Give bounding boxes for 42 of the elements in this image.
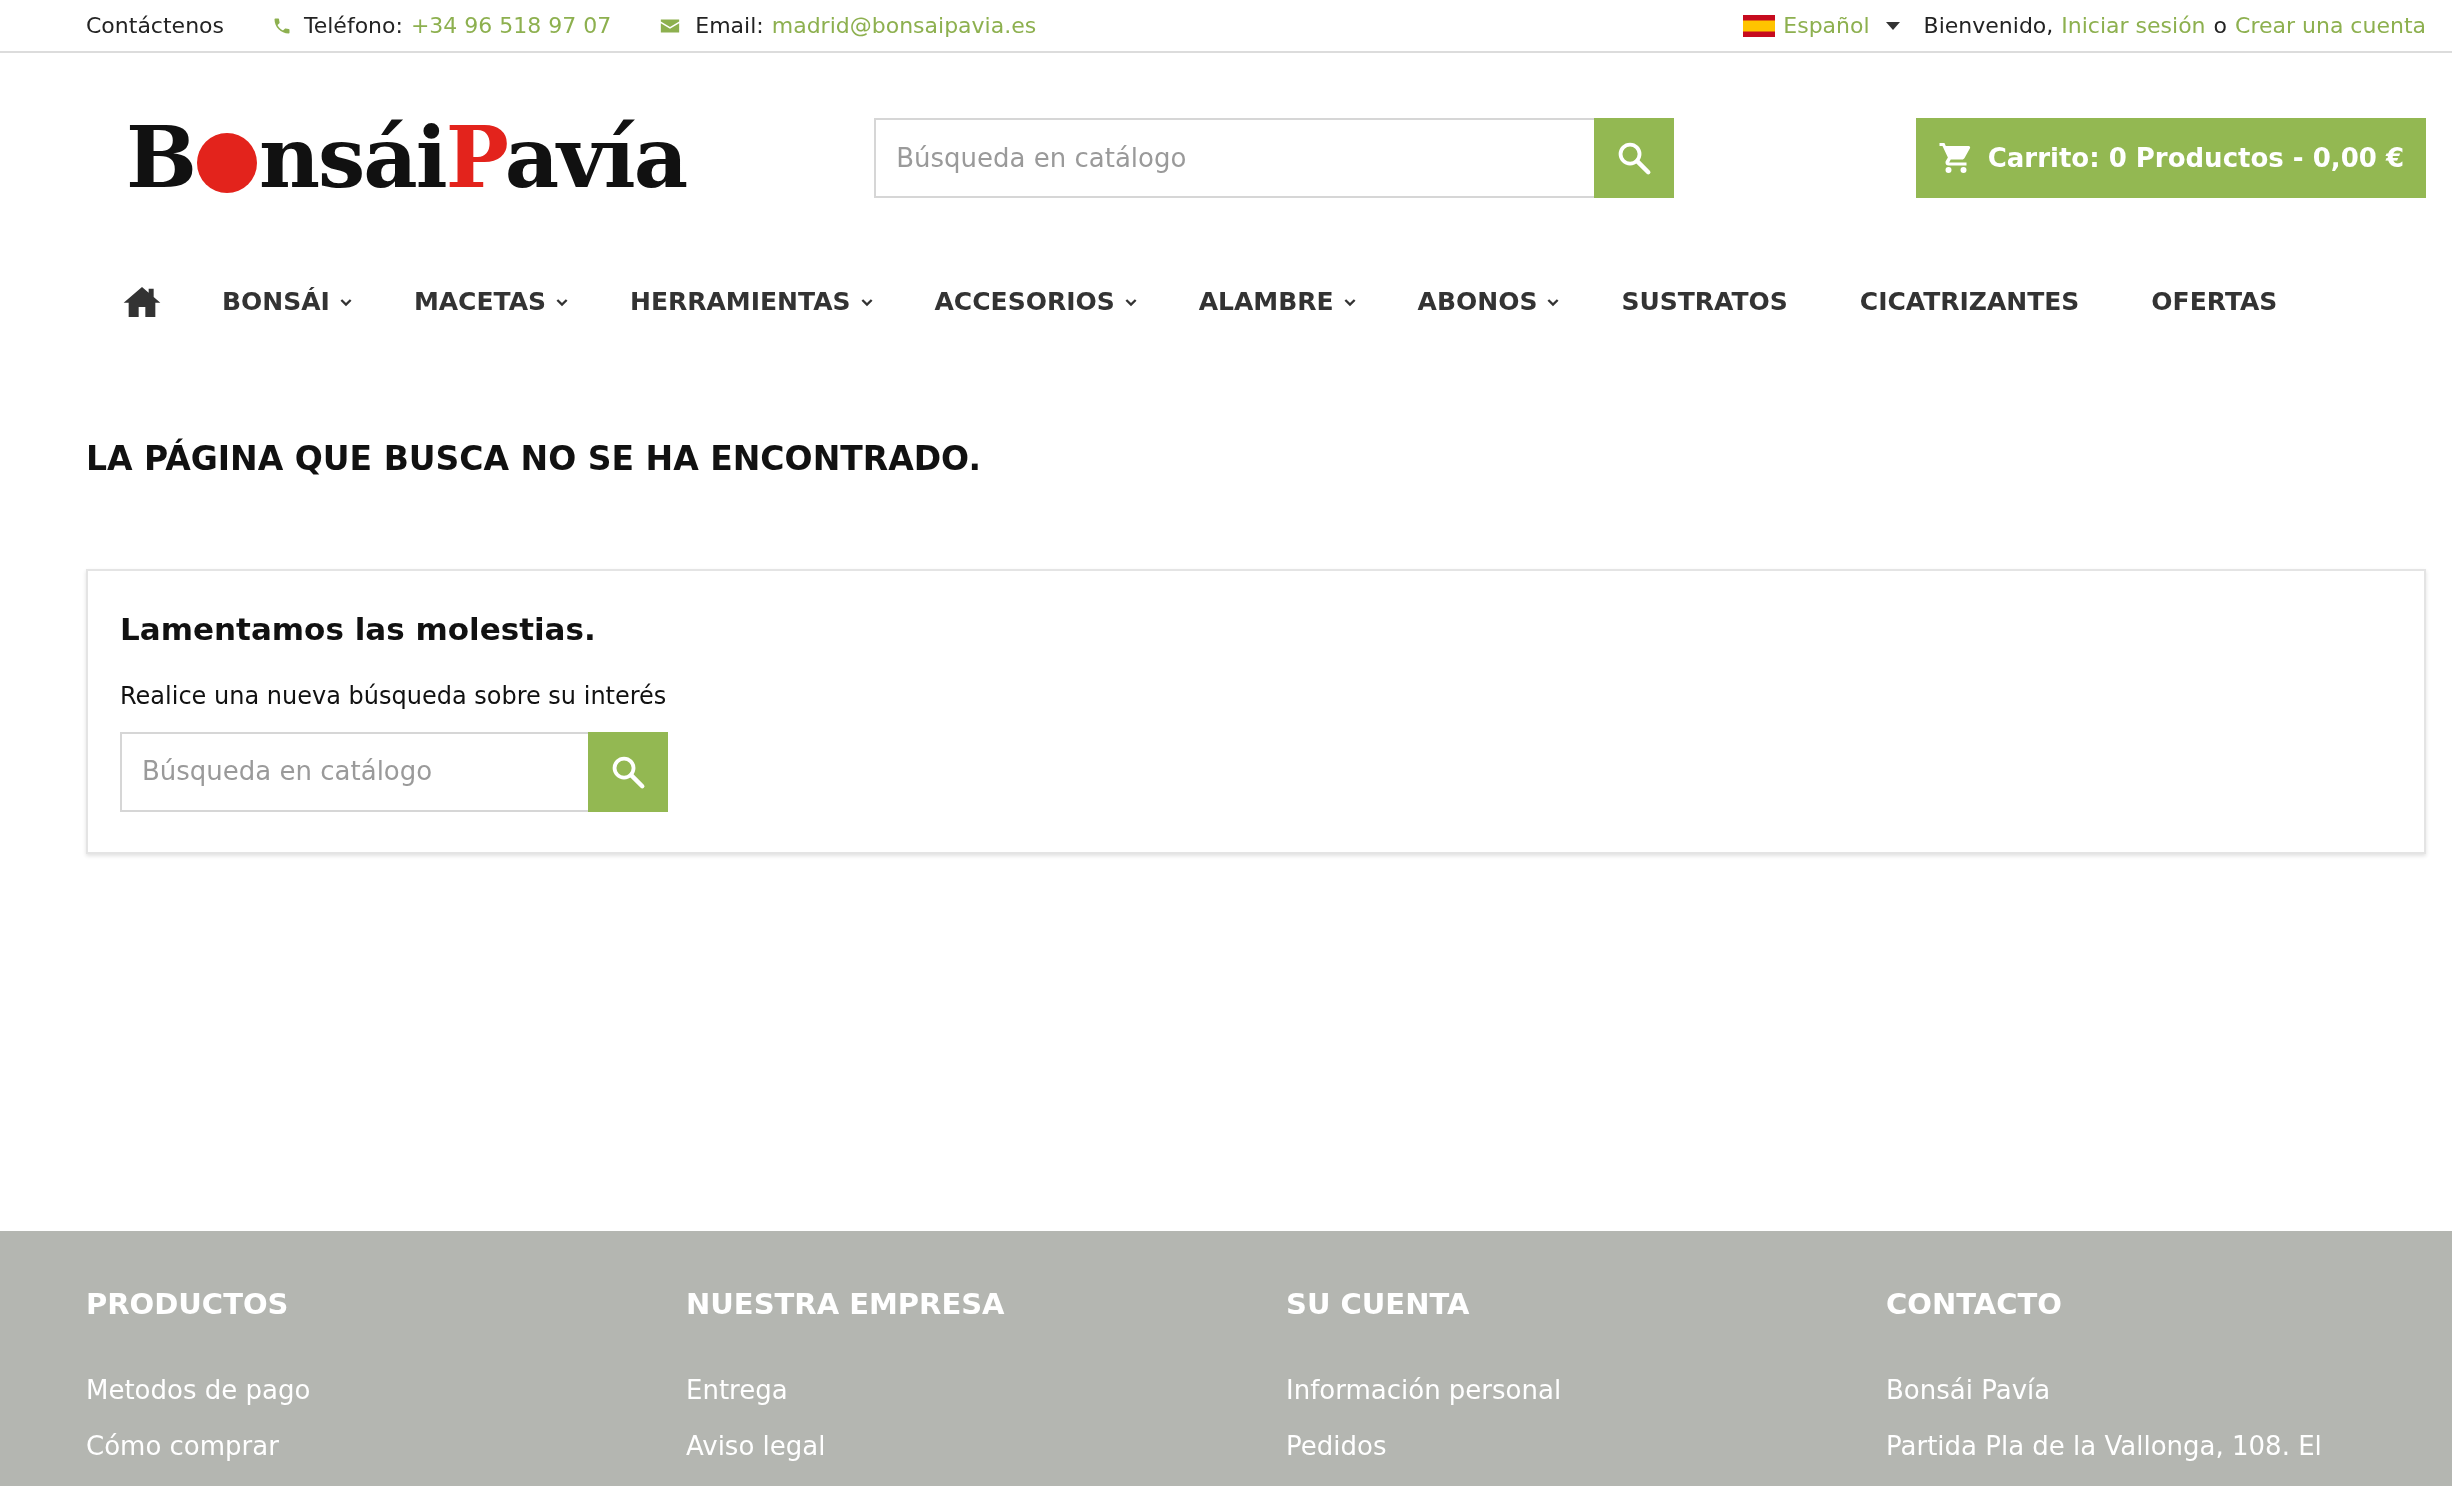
footer-heading: CONTACTO bbox=[1886, 1286, 2063, 1323]
search-field[interactable]: Búsqueda en catálogo bbox=[120, 731, 588, 812]
menu-item[interactable]: ACCESORIOS bbox=[934, 283, 1139, 321]
phone-label: Teléfono: bbox=[304, 12, 403, 40]
footer-heading: PRODUCTOS bbox=[86, 1286, 290, 1323]
menu-item[interactable]: BONSÁI bbox=[222, 283, 354, 321]
footer-link[interactable]: Bonsái Pavía bbox=[1886, 1370, 2452, 1410]
menu-item[interactable]: HERRAMIENTAS bbox=[630, 283, 875, 321]
footer-link[interactable]: Entrega bbox=[686, 1370, 1286, 1410]
menu-item[interactable]: OFERTAS bbox=[2151, 283, 2278, 321]
footer-link[interactable]: Información personal bbox=[1286, 1370, 1886, 1410]
menu-item[interactable]: MACETAS bbox=[413, 283, 570, 321]
footer-link[interactable]: Pedidos bbox=[1286, 1426, 1886, 1466]
page-title: LA PÁGINA QUE BUSCA NO SE HA ENCONTRADO. bbox=[86, 439, 982, 479]
email-label: Email: bbox=[695, 12, 764, 40]
search-field[interactable]: Búsqueda en catálogo bbox=[874, 118, 1595, 198]
menu-item[interactable]: SUSTRATOS bbox=[1621, 283, 1788, 321]
language-selector[interactable]: Español bbox=[1783, 9, 1870, 42]
footer-link[interactable]: Aviso legal bbox=[686, 1426, 1286, 1466]
cart-button[interactable]: Carrito: 0 Productos - 0,00 € bbox=[1915, 118, 2426, 198]
contact-label: Contáctenos bbox=[86, 12, 224, 40]
caret-icon bbox=[1885, 21, 1900, 30]
notice-heading: Lamentamos las molestias. bbox=[120, 610, 597, 648]
search-button[interactable] bbox=[1594, 118, 1675, 198]
search-button[interactable] bbox=[588, 731, 668, 812]
menu-item[interactable]: CICATRIZANTES bbox=[1859, 283, 2080, 321]
footer-heading: SU CUENTA bbox=[1286, 1286, 1471, 1323]
flag-icon bbox=[1743, 14, 1776, 37]
register-link[interactable]: Crear una cuenta bbox=[2235, 9, 2426, 42]
footer-link[interactable]: Cómo comprar bbox=[86, 1426, 686, 1466]
footer-link[interactable]: Partida Pla de la Vallonga, 108. El bbox=[1886, 1426, 2452, 1466]
welcome-text: Bienvenido, bbox=[1923, 12, 2054, 40]
menu-item[interactable]: ABONOS bbox=[1417, 283, 1562, 321]
logo[interactable]: B nsáiPavía bbox=[126, 116, 687, 200]
menu-item[interactable]: ALAMBRE bbox=[1198, 283, 1358, 321]
or-text: o bbox=[2213, 12, 2228, 40]
footer-heading: NUESTRA EMPRESA bbox=[686, 1286, 1006, 1323]
phone-link[interactable]: +34 96 518 97 07 bbox=[410, 9, 612, 42]
footer-link[interactable]: Metodos de pago bbox=[86, 1370, 686, 1410]
email-link[interactable]: madrid@bonsaipavia.es bbox=[771, 9, 1037, 42]
notice-text: Realice una nueva búsqueda sobre su interés bbox=[120, 680, 668, 712]
login-link[interactable]: Iniciar sesión bbox=[2061, 9, 2206, 42]
